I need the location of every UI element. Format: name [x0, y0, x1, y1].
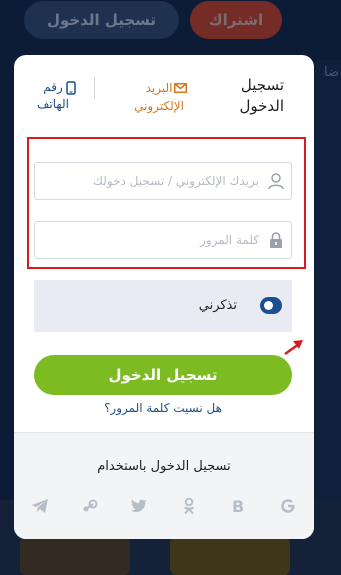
password-placeholder: كلمة المرور	[199, 233, 259, 247]
login-tabs: تسجيل الدخول البريد الإلكتروني رقم الهات…	[14, 55, 314, 135]
remember-me-label: تذكرني	[198, 298, 237, 313]
bold-b-icon[interactable]: B	[227, 495, 249, 517]
tab-email[interactable]: البريد الإلكتروني	[129, 79, 189, 115]
login-modal: تسجيل الدخول البريد الإلكتروني رقم الهات…	[14, 55, 314, 539]
twitter-icon[interactable]	[128, 495, 150, 517]
login-button[interactable]: تسجيل الدخول	[34, 355, 292, 395]
forgot-password-link[interactable]: هل نسيت كلمة المرور؟	[34, 401, 292, 415]
remember-me-row: تذكرني	[34, 280, 292, 332]
odnoklassniki-icon[interactable]	[178, 495, 200, 517]
steam-icon[interactable]	[79, 495, 101, 517]
google-icon[interactable]	[277, 495, 299, 517]
lock-icon	[270, 232, 282, 248]
social-login-title: تسجيل الدخول باستخدام	[97, 459, 231, 474]
phone-icon	[66, 81, 76, 95]
remember-me-toggle[interactable]	[260, 297, 282, 314]
username-placeholder: بريدك الإلكتروني / تسجيل دخولك	[93, 174, 259, 188]
user-icon	[268, 173, 284, 190]
telegram-icon[interactable]	[29, 495, 51, 517]
modal-title: تسجيل الدخول	[239, 76, 284, 115]
social-login-section: تسجيل الدخول باستخدام B	[14, 433, 314, 539]
username-field[interactable]: بريدك الإلكتروني / تسجيل دخولك	[34, 162, 292, 200]
svg-text:B: B	[232, 498, 244, 514]
password-field[interactable]: كلمة المرور	[34, 221, 292, 259]
red-arrow-icon	[284, 340, 303, 356]
tabs-divider	[94, 77, 95, 99]
tab-phone[interactable]: رقم الهاتف	[28, 79, 78, 113]
envelope-icon	[174, 83, 187, 93]
social-icons-row: B	[29, 495, 299, 517]
